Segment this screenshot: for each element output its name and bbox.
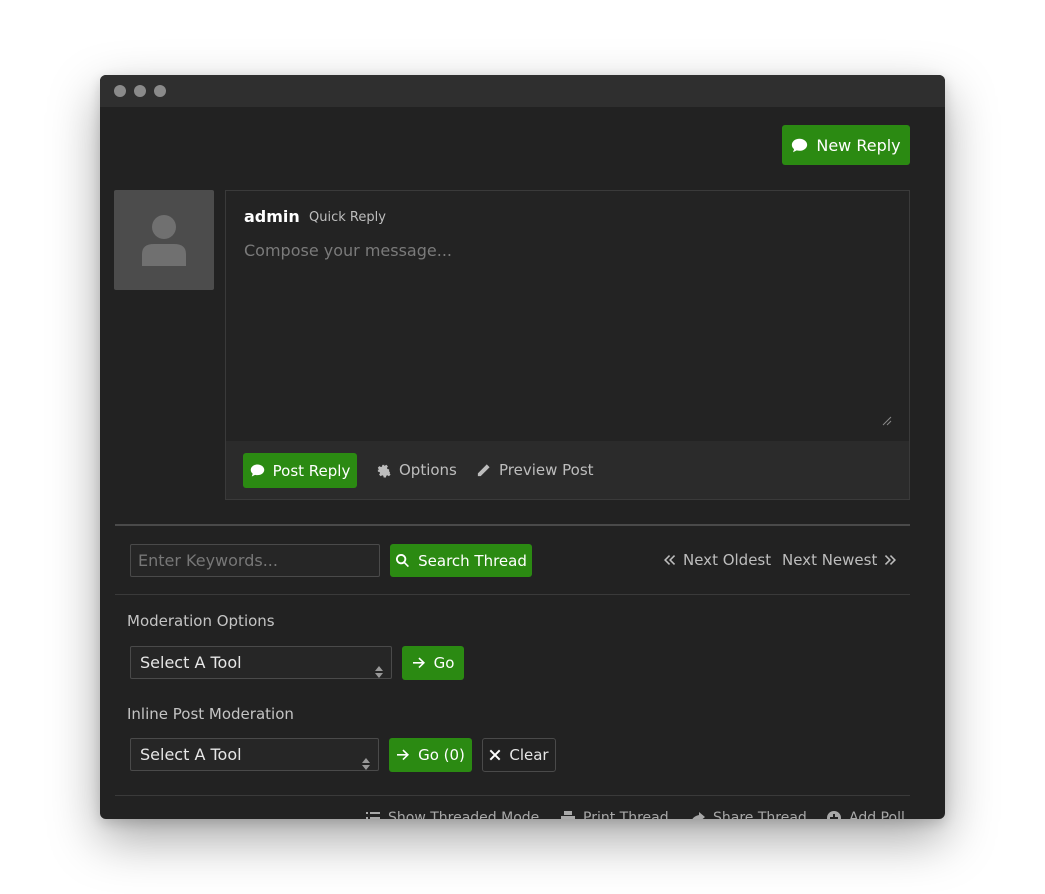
divider — [115, 795, 910, 796]
gear-icon — [377, 464, 391, 477]
message-textarea[interactable]: Compose your message... — [244, 241, 892, 426]
inline-moderation-tool-select[interactable]: Select A Tool — [130, 738, 379, 771]
print-thread-link[interactable]: Print Thread — [561, 810, 669, 819]
clear-button[interactable]: Clear — [482, 738, 556, 772]
quick-reply-panel: admin Quick Reply Compose your message..… — [225, 190, 910, 500]
divider — [115, 594, 910, 595]
moderation-select-value: Select A Tool — [140, 653, 242, 672]
next-oldest-label: Next Oldest — [683, 551, 772, 569]
app-window: New Reply admin Quick Reply Compose your… — [100, 75, 945, 819]
print-icon — [561, 811, 575, 819]
thread-page: New Reply admin Quick Reply Compose your… — [100, 107, 945, 819]
share-thread-label: Share Thread — [713, 810, 807, 819]
message-placeholder: Compose your message... — [244, 241, 452, 260]
inline-select-value: Select A Tool — [140, 745, 242, 764]
share-icon — [692, 812, 705, 819]
print-thread-label: Print Thread — [583, 810, 669, 819]
show-threaded-mode-label: Show Threaded Mode — [388, 810, 540, 819]
arrow-right-icon — [412, 657, 425, 669]
preview-post-button[interactable]: Preview Post — [476, 461, 594, 479]
divider — [115, 524, 910, 526]
moderation-options-label: Moderation Options — [127, 612, 275, 630]
new-reply-button[interactable]: New Reply — [782, 125, 910, 165]
options-label: Options — [399, 461, 457, 479]
share-thread-link[interactable]: Share Thread — [691, 810, 807, 819]
clear-label: Clear — [509, 746, 549, 764]
resize-handle-icon[interactable] — [882, 411, 892, 426]
window-maximize-dot[interactable] — [154, 85, 166, 97]
select-arrows-icon — [362, 749, 370, 770]
window-minimize-dot[interactable] — [134, 85, 146, 97]
preview-post-label: Preview Post — [499, 461, 594, 479]
options-button[interactable]: Options — [376, 461, 457, 479]
list-icon — [366, 812, 380, 819]
plus-circle-icon — [827, 811, 841, 819]
quick-reply-heading: Quick Reply — [309, 210, 386, 225]
comment-icon — [792, 138, 808, 152]
post-reply-label: Post Reply — [272, 461, 351, 480]
window-close-dot[interactable] — [114, 85, 126, 97]
search-thread-label: Search Thread — [418, 551, 527, 570]
inline-go-label: Go (0) — [418, 746, 465, 764]
search-icon — [396, 553, 410, 568]
pencil-icon — [477, 463, 490, 476]
arrow-right-icon — [397, 749, 410, 761]
moderation-tool-select[interactable]: Select A Tool — [130, 646, 392, 679]
show-threaded-mode-link[interactable]: Show Threaded Mode — [366, 810, 539, 819]
window-titlebar — [100, 75, 945, 107]
search-thread-button[interactable]: Search Thread — [390, 544, 532, 577]
add-poll-link[interactable]: Add Poll — [827, 810, 905, 819]
moderation-go-label: Go — [433, 654, 455, 672]
next-oldest-link[interactable]: Next Oldest — [662, 551, 771, 569]
next-newest-label: Next Newest — [782, 551, 878, 569]
select-arrows-icon — [375, 657, 383, 678]
add-poll-label: Add Poll — [849, 810, 905, 819]
search-placeholder: Enter Keywords... — [138, 551, 278, 570]
new-reply-label: New Reply — [816, 135, 901, 155]
inline-moderation-label: Inline Post Moderation — [127, 705, 294, 723]
reply-toolbar: Post Reply Options Preview Post — [226, 441, 909, 499]
username[interactable]: admin — [244, 207, 300, 226]
post-reply-button[interactable]: Post Reply — [243, 453, 357, 488]
double-chevron-left-icon — [664, 555, 676, 565]
avatar — [114, 190, 214, 290]
inline-go-button[interactable]: Go (0) — [389, 738, 472, 772]
comment-icon — [250, 464, 264, 477]
double-chevron-right-icon — [885, 555, 897, 565]
close-icon — [489, 749, 501, 761]
next-newest-link[interactable]: Next Newest — [782, 551, 898, 569]
search-input[interactable]: Enter Keywords... — [130, 544, 380, 577]
user-icon — [142, 215, 186, 266]
moderation-go-button[interactable]: Go — [402, 646, 464, 680]
